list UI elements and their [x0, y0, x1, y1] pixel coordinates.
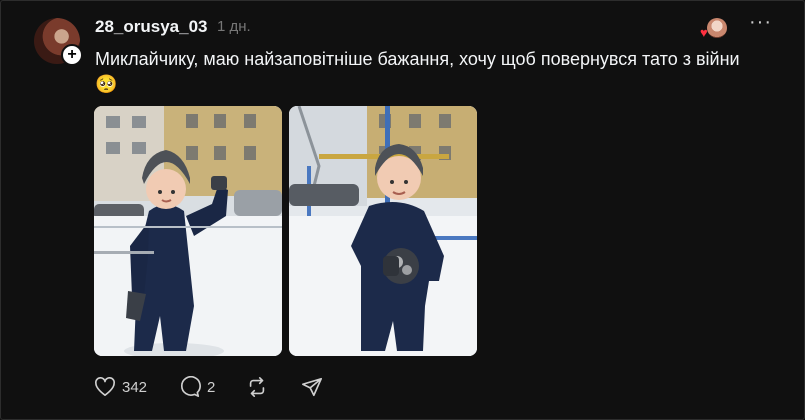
reply-button[interactable]: 2 — [179, 375, 215, 399]
more-options-button[interactable]: ··· — [749, 12, 771, 37]
heart-outline-icon — [95, 377, 115, 396]
photo-child-snow-holding-snowball-icon — [289, 106, 477, 356]
author-username[interactable]: 28_orusya_03 — [95, 17, 207, 37]
liked-by-avatar: ♥ — [700, 18, 727, 40]
repost-icon — [249, 377, 265, 397]
post-image-1[interactable] — [94, 106, 282, 356]
like-count: 342 — [122, 378, 148, 396]
author-avatar[interactable]: + — [34, 18, 83, 66]
reply-count: 2 — [207, 378, 216, 396]
photo-child-snow-waving-icon — [94, 106, 282, 356]
post-text: Миклайчику, маю найзаповітніше бажання, … — [95, 49, 740, 94]
post-image-2[interactable] — [289, 106, 477, 356]
share-button[interactable] — [301, 375, 323, 399]
follow-plus-icon[interactable]: + — [61, 44, 83, 66]
liker-avatar-icon — [707, 18, 727, 38]
heart-badge-icon: ♥ — [700, 25, 708, 40]
like-button[interactable]: 342 — [94, 375, 147, 399]
repost-button[interactable] — [246, 375, 268, 399]
share-icon — [302, 377, 322, 397]
post-card: + 28_orusya_03 1 дн. ♥ ··· Миклайчику, м… — [0, 0, 805, 420]
comment-bubble-icon — [181, 376, 201, 397]
post-timestamp[interactable]: 1 дн. — [217, 18, 251, 35]
